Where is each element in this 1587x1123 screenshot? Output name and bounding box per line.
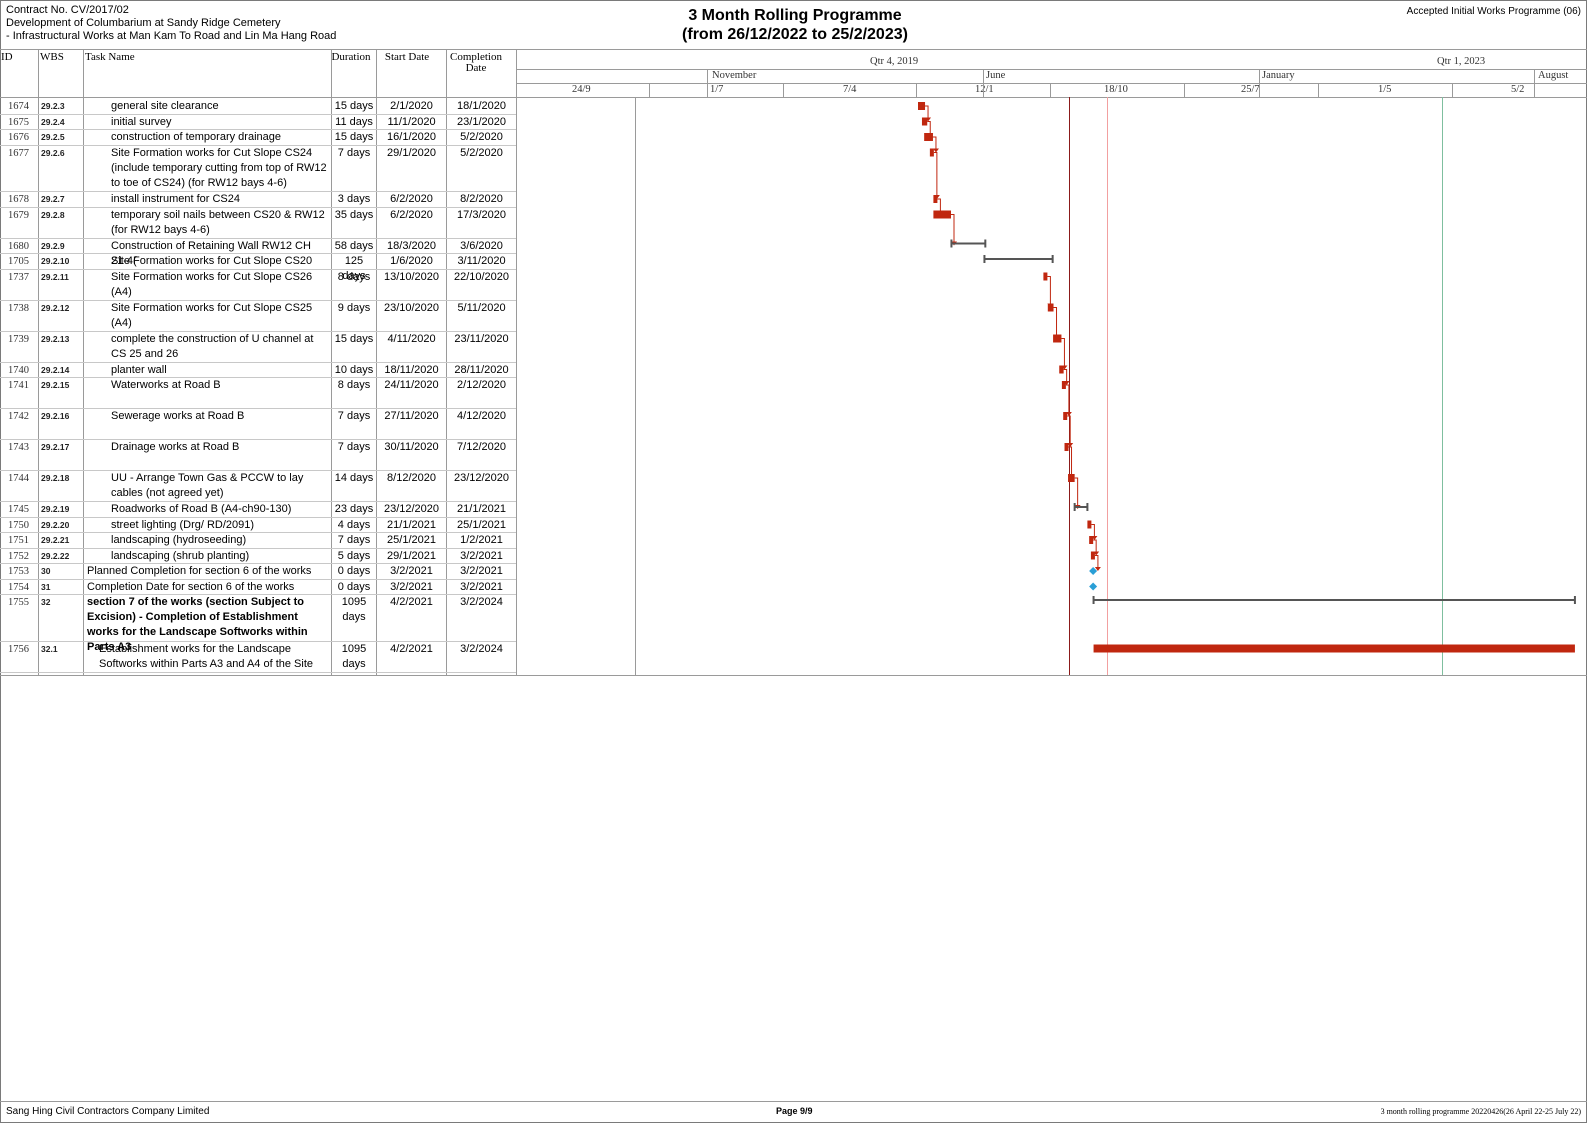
task-bar [1047, 303, 1054, 312]
task-bar [1059, 365, 1064, 374]
task-bar [1053, 334, 1062, 343]
dependency-link [1093, 539, 1097, 552]
task-bar [924, 133, 933, 141]
task-bar [921, 117, 928, 126]
task-bar [1061, 381, 1066, 389]
dependency-link [937, 198, 941, 211]
page-footer: Sang Hing Civil Contractors Company Limi… [0, 1102, 1587, 1122]
dependency-link [1063, 369, 1068, 381]
dependency-link [1068, 446, 1073, 474]
dependency-link [932, 136, 937, 149]
task-bar [1063, 412, 1068, 420]
task-bar [1064, 443, 1069, 451]
dependency-link [1061, 338, 1065, 366]
dependency-link [1053, 307, 1058, 335]
footer-company: Sang Hing Civil Contractors Company Limi… [6, 1106, 210, 1117]
task-bar [1093, 644, 1575, 653]
milestone-marker [1089, 582, 1098, 591]
dependency-link [925, 105, 929, 118]
dependency-link [927, 121, 931, 133]
task-bar [933, 195, 938, 203]
dependency-link [1047, 276, 1051, 304]
dependency-link [951, 214, 955, 242]
dependency-link [1067, 415, 1071, 443]
dependency-link [1091, 524, 1095, 536]
dependency-link [1074, 477, 1079, 505]
task-bar [1089, 536, 1094, 544]
task-bar [1068, 474, 1075, 482]
gantt-chart [918, 102, 1576, 653]
dependency-link [933, 152, 938, 195]
task-bar [1090, 551, 1095, 560]
dependency-link [1065, 384, 1070, 412]
task-bar [1087, 520, 1092, 529]
task-bar [918, 102, 926, 110]
task-bar [1043, 272, 1048, 281]
footer-file-name: 3 month rolling programme 20220426(26 Ap… [1380, 1107, 1581, 1116]
task-bar [933, 210, 951, 219]
task-bar [929, 148, 934, 157]
dependency-link [1094, 555, 1099, 567]
footer-page-number: Page 9/9 [776, 1106, 813, 1116]
